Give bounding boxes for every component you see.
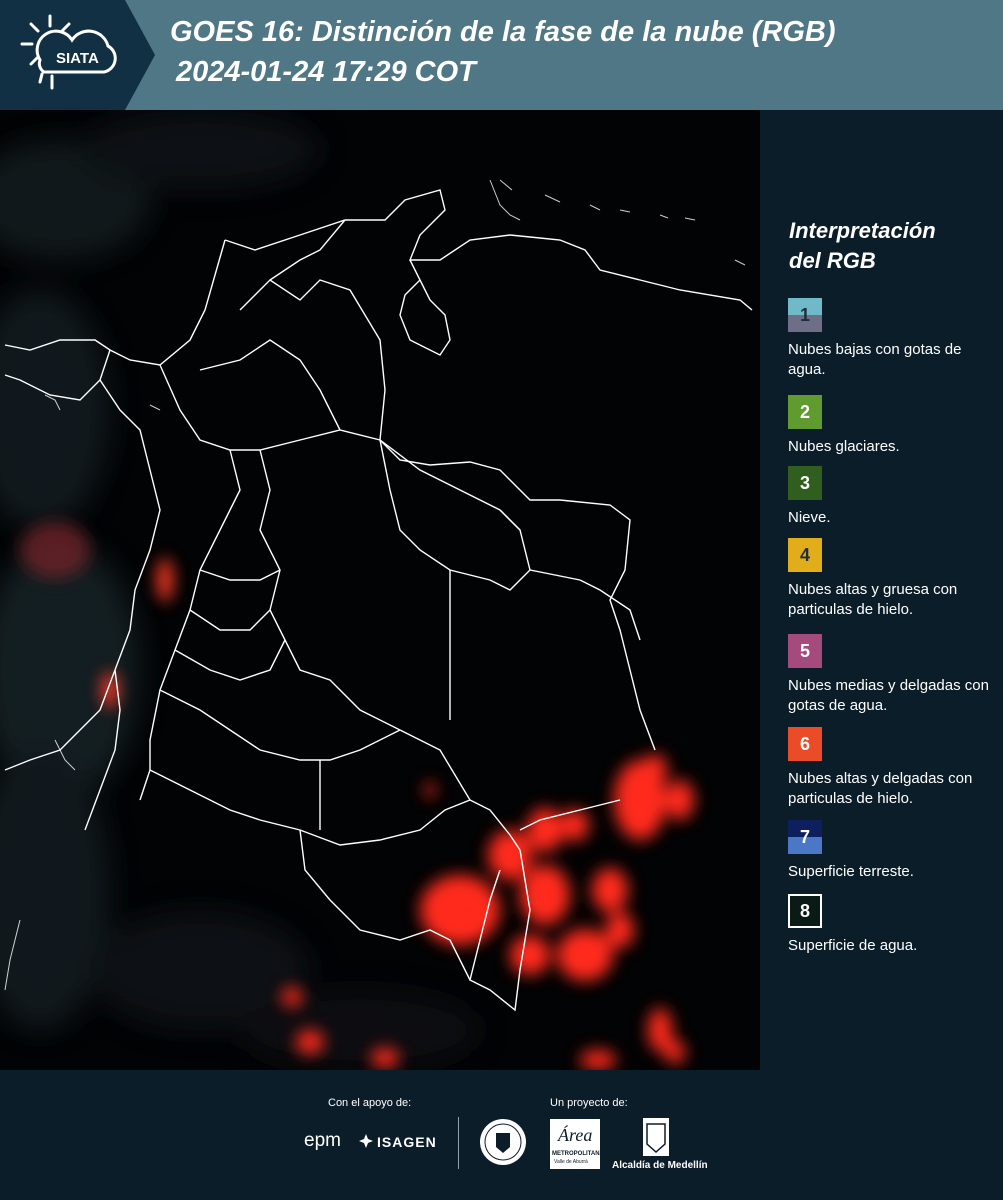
legend-label: Superficie terreste. xyxy=(788,863,914,880)
legend-number: 4 xyxy=(799,544,810,565)
alcaldia-logo-text[interactable]: Alcaldía de Medellín xyxy=(612,1160,708,1171)
page-title: GOES 16: Distinción de la fase de la nub… xyxy=(170,16,836,48)
legend-label: Nieve. xyxy=(788,509,831,526)
area-logo-text: Área xyxy=(558,1125,593,1145)
siata-logo-text: SIATA xyxy=(56,50,99,67)
legend-number: 2 xyxy=(799,401,810,422)
isagen-star-icon xyxy=(359,1134,373,1148)
legend-title: Interpretación del RGB xyxy=(789,216,989,276)
legend-title-line1: Interpretación xyxy=(789,218,936,243)
header-bar: SIATA GOES 16: Distinción de la fase de … xyxy=(0,0,1003,110)
legend-swatch-8: 8 xyxy=(788,894,822,928)
low-cloud-haze xyxy=(0,110,480,1070)
isagen-logo[interactable]: ISAGEN xyxy=(377,1134,437,1150)
footer-divider xyxy=(458,1117,459,1169)
legend-number: 5 xyxy=(799,640,810,661)
alcaldia-shield-icon xyxy=(643,1118,669,1156)
area-metropolitana-logo[interactable]: Área METROPOLITANA Valle de Aburrá xyxy=(550,1119,604,1169)
area-caption: METROPOLITANA xyxy=(552,1151,604,1157)
project-label: Un proyecto de: xyxy=(550,1097,628,1109)
legend-label: Superficie de agua. xyxy=(788,937,918,954)
legend-panel: Interpretación del RGB 1 Nubes bajas con… xyxy=(760,110,1003,1070)
siata-logo-icon: SIATA xyxy=(0,0,155,110)
footer-bar: Con el apoyo de: Un proyecto de: epm ISA… xyxy=(0,1070,1003,1200)
legend-swatch-2: 2 xyxy=(788,395,822,429)
page-timestamp: 2024-01-24 17:29 COT xyxy=(176,56,476,88)
legend-swatch-5: 5 xyxy=(788,634,822,668)
legend-number: 3 xyxy=(799,472,810,493)
legend-number: 6 xyxy=(799,733,810,754)
support-label: Con el apoyo de: xyxy=(328,1097,412,1109)
area-sub: Valle de Aburrá xyxy=(554,1159,588,1165)
legend-swatch-4: 4 xyxy=(788,538,822,572)
satellite-map[interactable] xyxy=(0,110,760,1070)
legend-label: Nubes medias y delgadas con gotas de agu… xyxy=(788,677,989,714)
seal-logo-icon[interactable] xyxy=(478,1117,528,1167)
legend-label: Nubes glaciares. xyxy=(788,438,900,455)
legend-swatch-3: 3 xyxy=(788,466,822,500)
epm-logo[interactable]: epm xyxy=(304,1130,341,1152)
legend-label: Nubes altas y gruesa con particulas de h… xyxy=(788,581,958,618)
legend-label: Nubes bajas con gotas de agua. xyxy=(788,341,962,378)
legend-title-line2: del RGB xyxy=(789,248,876,273)
map-svg xyxy=(0,110,753,1070)
legend-number: 1 xyxy=(799,304,810,325)
legend-swatch-7: 7 xyxy=(788,820,822,854)
legend-number: 8 xyxy=(799,900,810,921)
legend-swatch-6: 6 xyxy=(788,727,822,761)
legend-swatch-1: 1 xyxy=(788,298,822,332)
legend-label: Nubes altas y delgadas con particulas de… xyxy=(788,770,973,807)
siata-logo[interactable]: SIATA xyxy=(0,0,155,110)
legend-number: 7 xyxy=(799,826,810,847)
